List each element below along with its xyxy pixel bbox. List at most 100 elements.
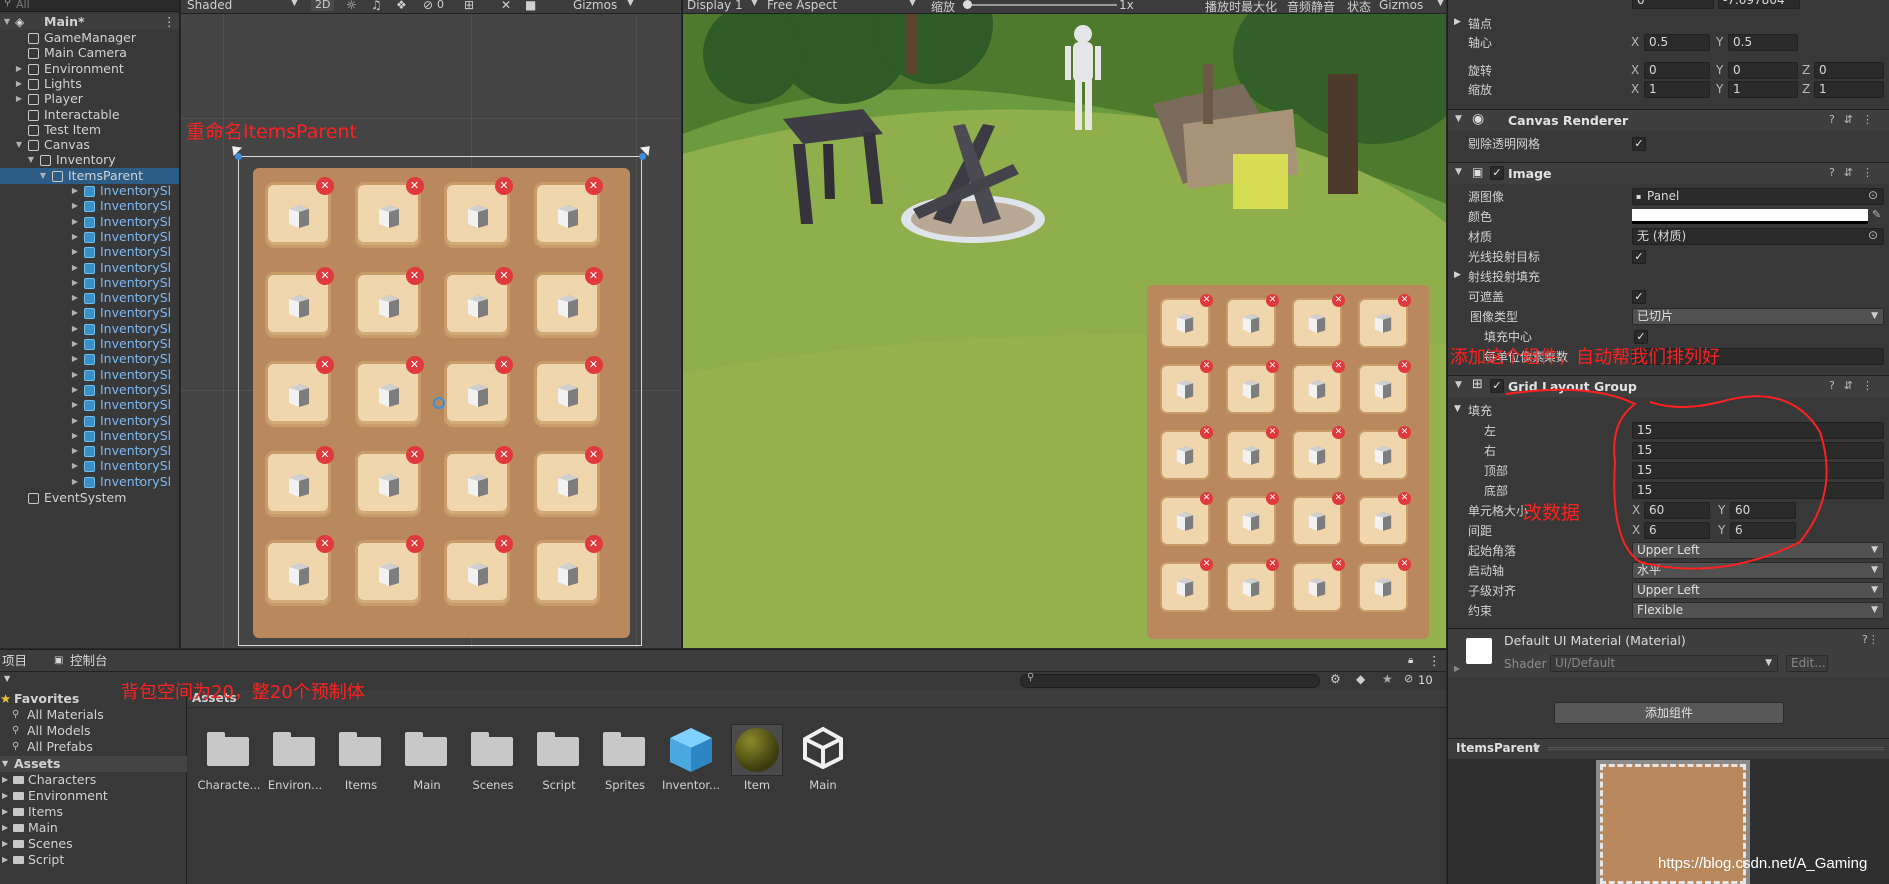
aspect-dropdown[interactable]: Free Aspect xyxy=(767,0,837,12)
hierarchy-item[interactable]: Test Item xyxy=(0,122,179,138)
game-view[interactable]: Display 1 ▼ Free Aspect ▼ 缩放 1x 播放时最大化 音… xyxy=(682,0,1446,648)
preview-drag-handle[interactable] xyxy=(1548,747,1884,750)
inventory-slot[interactable]: ✕ xyxy=(1160,492,1213,546)
hierarchy-item-inventory-slot[interactable]: ▶ InventorySl › xyxy=(0,443,179,459)
audio-icon[interactable]: ♫ xyxy=(371,0,382,12)
create-dropdown[interactable]: ▼ xyxy=(4,674,10,683)
hierarchy-item-inventory-slot[interactable]: ▶ InventorySl › xyxy=(0,290,179,306)
hierarchy-item[interactable]: EventSystem xyxy=(0,490,179,506)
inventory-slot[interactable]: ✕ xyxy=(354,535,424,606)
asset-item[interactable]: Environ... xyxy=(265,722,325,798)
pos-y-field[interactable]: -7.097804 xyxy=(1718,0,1800,9)
inventory-slot[interactable]: ✕ xyxy=(533,356,603,427)
asset-folder-item[interactable]: ▶ Characters xyxy=(0,772,187,788)
inventory-slot[interactable]: ✕ xyxy=(1358,492,1411,546)
chevron-right-icon[interactable]: ▶ xyxy=(2,772,8,788)
chevron-right-icon[interactable]: ▶ xyxy=(1454,664,1460,673)
pos-x-field[interactable]: 0 xyxy=(1632,0,1714,9)
remove-item-icon[interactable]: ✕ xyxy=(316,356,334,374)
chevron-right-icon[interactable]: ▶ xyxy=(1454,270,1461,280)
chevron-down-icon[interactable]: ▼ xyxy=(2,14,12,30)
remove-item-icon[interactable]: ✕ xyxy=(405,266,424,285)
chevron-right-icon[interactable]: ▶ xyxy=(70,198,80,214)
chevron-right-icon[interactable]: ▶ xyxy=(70,458,80,474)
pivot-x-field[interactable]: 0.5 xyxy=(1644,34,1710,51)
tab-project[interactable]: 项目 xyxy=(2,650,27,672)
mute-audio-toggle[interactable]: 音频静音 xyxy=(1287,0,1335,15)
image-enabled-checkbox[interactable]: ✓ xyxy=(1490,166,1504,180)
scale-z-field[interactable]: 1 xyxy=(1814,81,1884,98)
chevron-down-icon[interactable]: ▼ xyxy=(38,168,48,184)
hierarchy-item[interactable]: ▼ Inventory xyxy=(0,152,179,168)
prefab-open-icon[interactable]: › xyxy=(138,183,142,199)
hierarchy-item-inventory-slot[interactable]: ▶ InventorySl › xyxy=(0,397,179,413)
object-picker-icon[interactable]: ⊙ xyxy=(1868,228,1878,242)
asset-item[interactable]: Items xyxy=(331,722,391,798)
inventory-slot[interactable]: ✕ xyxy=(354,266,424,338)
scale-slider[interactable] xyxy=(967,4,1117,6)
hierarchy-item[interactable]: Main Camera xyxy=(0,45,179,61)
remove-item-icon[interactable]: ✕ xyxy=(1266,426,1279,439)
asset-folder-item[interactable]: ▶ Scenes xyxy=(0,836,187,852)
chevron-down-icon[interactable]: ▼ xyxy=(1455,114,1462,124)
inventory-slot[interactable]: ✕ xyxy=(1358,294,1411,348)
remove-item-icon[interactable]: ✕ xyxy=(405,177,424,195)
chevron-right-icon[interactable]: ▶ xyxy=(70,321,80,337)
remove-item-icon[interactable]: ✕ xyxy=(495,266,513,285)
chevron-right-icon[interactable]: ▶ xyxy=(70,443,80,459)
chevron-right-icon[interactable]: ▶ xyxy=(70,229,80,245)
shading-mode-dropdown[interactable]: Shaded xyxy=(187,0,232,12)
image-type-dropdown[interactable]: 已切片 ▼ xyxy=(1632,308,1884,325)
rect-handle[interactable] xyxy=(639,153,646,160)
inventory-slot[interactable]: ✕ xyxy=(533,535,603,606)
inventory-slot[interactable]: ✕ xyxy=(1292,558,1345,612)
inventory-slot[interactable]: ✕ xyxy=(265,356,334,427)
remove-item-icon[interactable]: ✕ xyxy=(405,445,424,464)
assets-header[interactable]: ▼ Assets xyxy=(0,756,187,772)
hierarchy-item[interactable]: ▼ ItemsParent xyxy=(0,167,179,184)
asset-item[interactable]: Scenes xyxy=(463,722,523,798)
inventory-slot[interactable]: ✕ xyxy=(1226,558,1279,612)
chevron-down-icon[interactable]: ▼ xyxy=(14,137,24,153)
asset-folder-item[interactable]: ▶ Script xyxy=(0,852,187,868)
rotation-z-field[interactable]: 0 xyxy=(1814,62,1884,79)
remove-item-icon[interactable]: ✕ xyxy=(1398,426,1411,439)
remove-item-icon[interactable]: ✕ xyxy=(1398,360,1411,373)
prefab-open-icon[interactable]: › xyxy=(138,198,142,214)
inventory-slot[interactable]: ✕ xyxy=(1292,426,1345,480)
hierarchy-item-inventory-slot[interactable]: ▶ InventorySl › xyxy=(0,260,179,276)
remove-item-icon[interactable]: ✕ xyxy=(1398,294,1411,307)
chevron-right-icon[interactable]: ▶ xyxy=(14,91,24,107)
remove-item-icon[interactable]: ✕ xyxy=(1200,426,1213,439)
remove-item-icon[interactable]: ✕ xyxy=(316,445,334,464)
raycast-target-checkbox[interactable]: ✓ xyxy=(1632,250,1646,264)
hierarchy-item-inventory-slot[interactable]: ▶ InventorySl › xyxy=(0,275,179,291)
display-dropdown[interactable]: Display 1 xyxy=(687,0,743,12)
remove-item-icon[interactable]: ✕ xyxy=(1332,426,1345,439)
chevron-right-icon[interactable]: ▶ xyxy=(70,183,80,199)
inventory-slot[interactable]: ✕ xyxy=(1358,426,1411,480)
inventory-slot[interactable]: ✕ xyxy=(1292,294,1345,348)
remove-item-icon[interactable]: ✕ xyxy=(584,445,603,464)
light-icon[interactable]: ☼ xyxy=(346,0,357,12)
prefab-open-icon[interactable]: › xyxy=(138,458,142,474)
hierarchy-item[interactable]: GameManager xyxy=(0,30,179,46)
scale-x-field[interactable]: 1 xyxy=(1644,81,1710,98)
remove-item-icon[interactable]: ✕ xyxy=(1398,558,1411,571)
rotation-y-field[interactable]: 0 xyxy=(1728,62,1798,79)
asset-item[interactable]: Characte... xyxy=(197,722,261,798)
inventory-slot[interactable]: ✕ xyxy=(1160,426,1213,480)
favorites-item[interactable]: ⚲ All Materials xyxy=(0,707,187,723)
eyedropper-icon[interactable]: ✎ xyxy=(1872,208,1881,221)
remove-item-icon[interactable]: ✕ xyxy=(584,266,603,285)
lock-icon[interactable]: 🔒︎ xyxy=(1408,650,1413,672)
inventory-slot[interactable]: ✕ xyxy=(354,177,424,248)
canvas-renderer-header[interactable]: ▼ ◉ Canvas Renderer ?⇵⋮ xyxy=(1448,109,1889,131)
hierarchy-item-inventory-slot[interactable]: ▶ InventorySl › xyxy=(0,244,179,260)
asset-item[interactable]: Main xyxy=(793,722,853,798)
shader-dropdown[interactable]: UI/Default ▼ xyxy=(1550,655,1778,672)
remove-item-icon[interactable]: ✕ xyxy=(495,356,513,374)
preview-header[interactable]: ItemsParent ▼ xyxy=(1448,738,1889,758)
asset-item[interactable]: Main xyxy=(397,722,457,798)
object-picker-icon[interactable]: ⊙ xyxy=(1868,188,1878,202)
